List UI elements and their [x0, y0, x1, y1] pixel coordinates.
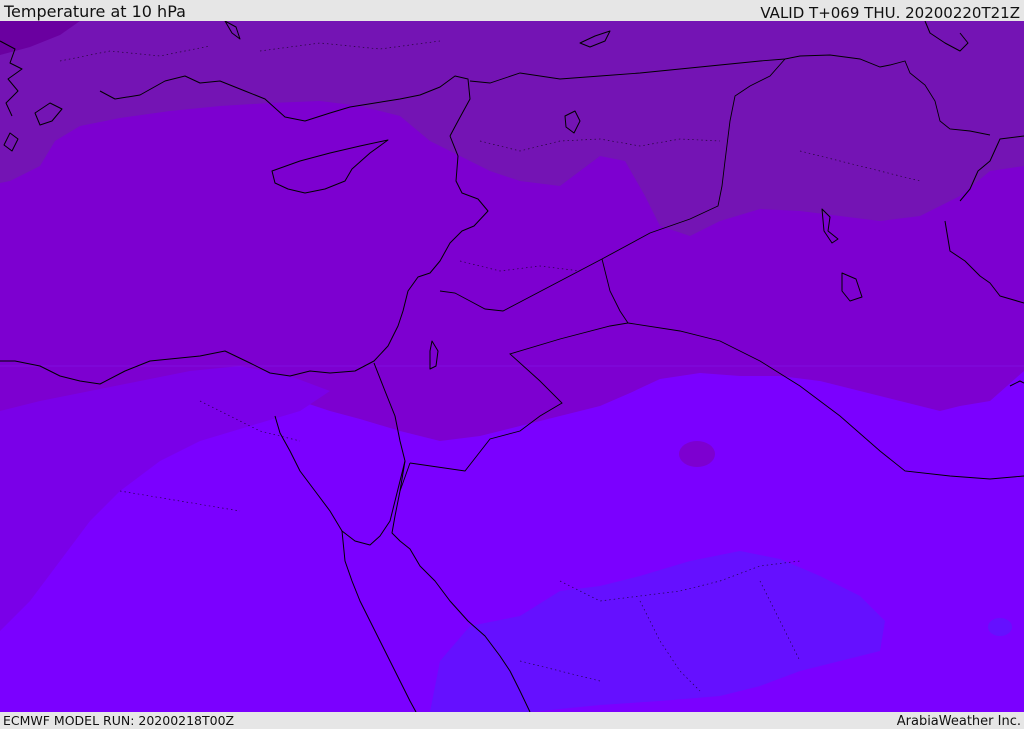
map-canvas[interactable] — [0, 21, 1024, 712]
footer-bar: ECMWF MODEL RUN: 20200218T00Z ArabiaWeat… — [0, 712, 1024, 729]
valid-time: VALID T+069 THU. 20200220T21Z — [760, 4, 1020, 22]
field-warm-spot — [988, 618, 1012, 636]
credit: ArabiaWeather Inc. — [896, 714, 1021, 729]
temperature-map — [0, 21, 1024, 712]
field-mid-spot — [679, 441, 715, 467]
model-run: ECMWF MODEL RUN: 20200218T00Z — [3, 713, 235, 728]
header-bar: Temperature at 10 hPa VALID T+069 THU. 2… — [0, 0, 1024, 22]
map-title: Temperature at 10 hPa — [4, 2, 186, 21]
